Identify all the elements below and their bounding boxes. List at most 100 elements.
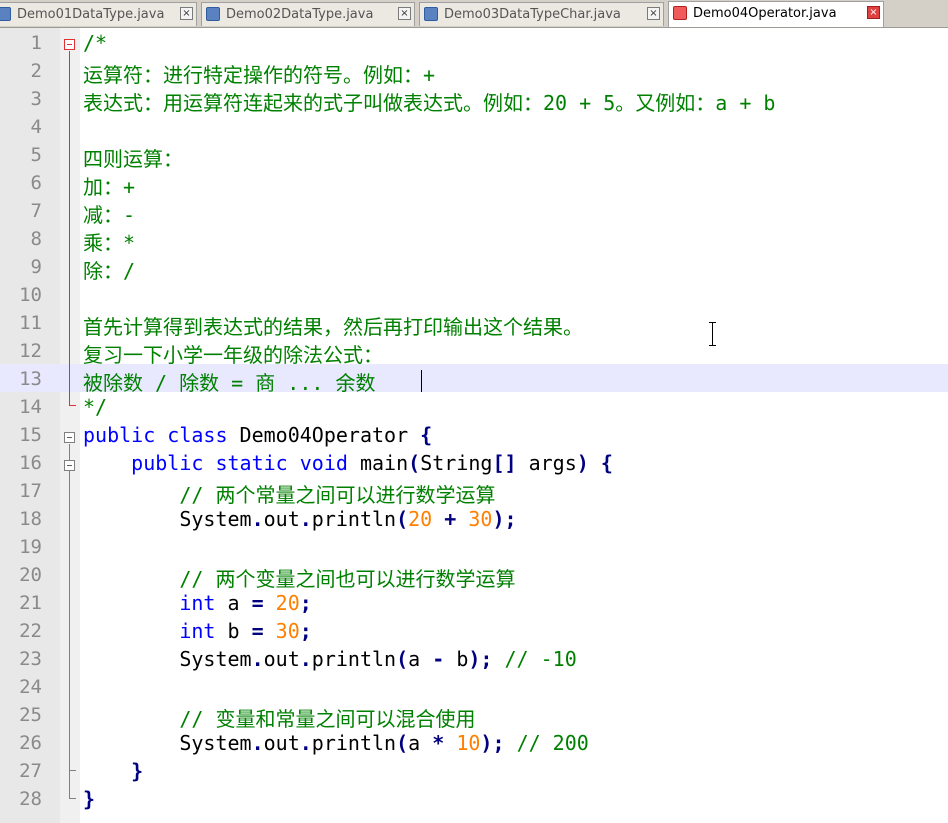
line-number: 13	[19, 368, 42, 390]
code-text: /*	[83, 31, 107, 55]
line-number: 11	[19, 312, 42, 334]
tab-label: Demo04Operator.java	[693, 6, 837, 21]
code-token: a	[408, 647, 433, 671]
code-token: }	[83, 787, 96, 811]
code-line[interactable]: 7 减：-	[0, 196, 948, 227]
close-icon[interactable]: ×	[647, 7, 660, 20]
code-line[interactable]: 25 // 变量和常量之间可以混合使用	[0, 700, 948, 731]
code-line[interactable]: 4	[0, 112, 948, 140]
tab-label: Demo01DataType.java	[17, 7, 165, 22]
tab-demo03[interactable]: Demo03DataTypeChar.java ×	[419, 2, 664, 26]
line-number: 3	[30, 88, 42, 110]
line-number: 4	[30, 116, 42, 138]
code-line[interactable]: 2 运算符：进行特定操作的符号。例如：+	[0, 56, 948, 87]
tab-bar: Demo01DataType.java × Demo02DataType.jav…	[0, 0, 948, 28]
code-line[interactable]: 23 System.out.println(a - b); // -10	[0, 644, 948, 672]
line-number: 19	[19, 536, 42, 558]
line-number: 6	[30, 172, 42, 194]
close-icon[interactable]: ×	[180, 7, 193, 20]
file-icon	[0, 7, 11, 21]
code-token: println	[311, 647, 397, 671]
code-token: {	[600, 451, 613, 475]
code-line[interactable]: 22 int b = 30;	[0, 616, 948, 644]
code-line[interactable]: 28}	[0, 784, 948, 812]
code-token: args	[516, 451, 577, 475]
code-line[interactable]: 18 System.out.println(20 + 30);	[0, 504, 948, 532]
line-number: 15	[19, 424, 42, 446]
code-line[interactable]: 14 */	[0, 392, 948, 420]
code-line[interactable]: 8 乘：*	[0, 224, 948, 255]
code-token: (	[396, 647, 409, 671]
code-token: println	[311, 731, 397, 755]
code-line[interactable]: 20 // 两个变量之间也可以进行数学运算	[0, 560, 948, 591]
code-line[interactable]: 13 被除数 / 除数 = 商 ... 余数	[0, 364, 948, 395]
tab-demo04[interactable]: Demo04Operator.java ×	[668, 1, 884, 27]
code-token: );	[468, 647, 493, 671]
code-text: public static void main(String[] args) {	[83, 451, 613, 475]
code-line[interactable]: 27 }	[0, 756, 948, 784]
code-token: .	[251, 731, 264, 755]
code-text: System.out.println(20 + 30);	[83, 507, 516, 531]
code-token: System	[83, 731, 252, 755]
tab-demo01[interactable]: Demo01DataType.java ×	[0, 2, 197, 26]
ibeam-cursor-icon	[708, 322, 718, 346]
code-token: b	[444, 647, 469, 671]
line-number: 9	[30, 256, 42, 278]
line-number: 7	[30, 200, 42, 222]
code-line[interactable]: 11 首先计算得到表达式的结果，然后再打印输出这个结果。	[0, 308, 948, 339]
line-number: 25	[19, 704, 42, 726]
code-token: .	[251, 507, 264, 531]
fold-end	[69, 798, 76, 799]
code-line[interactable]: 10	[0, 280, 948, 308]
code-line[interactable]: 16 public static void main(String[] args…	[0, 448, 948, 476]
tab-demo02[interactable]: Demo02DataType.java ×	[201, 2, 415, 26]
code-token: */	[83, 395, 108, 419]
code-token: a	[215, 591, 252, 615]
code-line[interactable]: 3 表达式：用运算符连起来的式子叫做表达式。例如：20 + 5。又例如：a + b	[0, 84, 948, 115]
code-line[interactable]: 17 // 两个常量之间可以进行数学运算	[0, 476, 948, 507]
code-token: );	[480, 731, 505, 755]
code-token: (	[408, 451, 421, 475]
code-line[interactable]: 15 public class Demo04Operator {	[0, 420, 948, 448]
code-token: []	[492, 451, 517, 475]
code-line[interactable]: 9 除：/	[0, 252, 948, 283]
code-token: (	[396, 731, 409, 755]
fold-collapse-icon[interactable]	[64, 432, 75, 443]
file-icon	[206, 7, 220, 21]
fold-collapse-icon[interactable]	[64, 39, 75, 50]
code-line[interactable]: 19	[0, 532, 948, 560]
line-number: 2	[30, 60, 42, 82]
code-line[interactable]: 24	[0, 672, 948, 700]
fold-end	[69, 770, 76, 771]
code-token: 30	[468, 507, 493, 531]
code-line[interactable]: 6 加：+	[0, 168, 948, 199]
tab-label: Demo03DataTypeChar.java	[444, 7, 621, 22]
close-icon[interactable]: ×	[398, 7, 411, 20]
code-line[interactable]: 21 int a = 20;	[0, 588, 948, 616]
fold-guide	[69, 444, 70, 798]
code-token: out	[263, 507, 300, 531]
code-token: *	[432, 731, 445, 755]
code-token: (	[396, 507, 409, 531]
code-token: int	[179, 591, 216, 615]
line-number: 27	[19, 760, 42, 782]
fold-collapse-icon[interactable]	[64, 460, 75, 471]
code-editor[interactable]: 1 /* 2 运算符：进行特定操作的符号。例如：+ 3 表达式：用运算符连起来的式子叫做表…	[0, 28, 948, 823]
line-number: 20	[19, 564, 42, 586]
close-icon[interactable]: ×	[867, 6, 880, 19]
code-line[interactable]: 1 /*	[0, 28, 948, 56]
code-line[interactable]: 5 四则运算：	[0, 140, 948, 171]
code-token: String	[420, 451, 493, 475]
file-modified-icon	[673, 6, 687, 20]
line-number: 17	[19, 480, 42, 502]
code-line[interactable]: 26 System.out.println(a * 10); // 200	[0, 728, 948, 756]
line-number: 12	[19, 340, 42, 362]
code-line[interactable]: 12 复习一下小学一年级的除法公式：	[0, 336, 948, 367]
